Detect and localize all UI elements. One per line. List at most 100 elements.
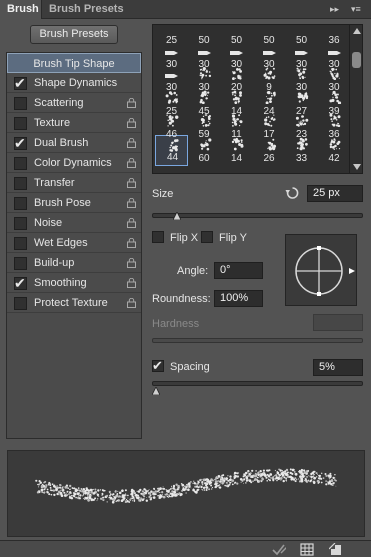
brush-tip-size: 24	[263, 105, 275, 117]
setting-label: Protect Texture	[34, 297, 108, 309]
scroll-down-icon[interactable]	[353, 164, 361, 170]
brush-tip-size: 25	[165, 35, 178, 46]
spacing-checkbox[interactable]: ✔	[152, 358, 164, 373]
checkmark-icon: ✔	[14, 75, 26, 91]
brush-tip-cell[interactable]: 50	[220, 25, 253, 48]
scroll-thumb[interactable]	[352, 52, 361, 68]
brush-tip-size: 14	[230, 152, 243, 164]
brush-tip-size: 30	[165, 82, 178, 93]
brush-tip-size: 11	[231, 129, 242, 140]
brush-tip-cell[interactable]: 50	[188, 25, 221, 48]
setting-build-up[interactable]: Build-up	[7, 253, 141, 273]
brush-tip-grid: 42 33 26 14 60 44 36 23 17 11 59 46 39 27 24 14 45 25 30 30…	[152, 24, 363, 174]
protect-texture-checkbox[interactable]	[14, 297, 27, 310]
lock-icon[interactable]	[127, 177, 136, 188]
setting-label: Build-up	[34, 257, 75, 269]
noise-checkbox[interactable]	[14, 217, 27, 230]
brush-stroke-preview	[7, 450, 365, 537]
brush-tip-size: 36	[328, 129, 340, 140]
setting-smoothing[interactable]: ✔ Smoothing	[7, 273, 141, 293]
brush-pose-checkbox[interactable]	[14, 197, 27, 210]
setting-shape-dynamics[interactable]: ✔ Shape Dynamics	[7, 73, 141, 93]
expand-panel-icon[interactable]: ▸▸	[330, 3, 339, 16]
angle-roundness-widget[interactable]	[285, 234, 357, 306]
color-dynamics-checkbox[interactable]	[14, 157, 27, 170]
spacing-slider-track[interactable]	[152, 381, 363, 386]
texture-checkbox[interactable]	[14, 117, 27, 130]
setting-color-dynamics[interactable]: Color Dynamics	[7, 153, 141, 173]
size-slider-track[interactable]	[152, 213, 363, 218]
lock-icon[interactable]	[127, 97, 136, 108]
setting-brush-pose[interactable]: Brush Pose	[7, 193, 141, 213]
brush-tip-size: 14	[230, 105, 243, 117]
lock-icon[interactable]	[127, 137, 136, 148]
smoothing-checkbox[interactable]: ✔	[14, 275, 27, 291]
brush-presets-button[interactable]: Brush Presets	[30, 25, 118, 44]
shape-dynamics-checkbox[interactable]: ✔	[14, 75, 27, 91]
scroll-up-icon[interactable]	[353, 28, 361, 34]
checkmark-icon: ✔	[14, 135, 26, 151]
brush-tip-cell[interactable]: 36	[318, 24, 351, 48]
angle-compass-icon[interactable]	[286, 235, 358, 307]
hardness-field	[313, 314, 363, 331]
setting-brush-tip-shape[interactable]: Brush Tip Shape	[7, 53, 141, 73]
roundness-label: Roundness:	[152, 293, 211, 305]
panel-menu-icon[interactable]: ▾≡	[351, 3, 361, 16]
brush-tip-size: 20	[230, 82, 243, 93]
setting-scattering[interactable]: Scattering	[7, 93, 141, 113]
toggle-live-tip-icon[interactable]	[272, 543, 286, 556]
brush-tip-size: 25	[165, 105, 178, 117]
size-field[interactable]: 25 px	[307, 185, 363, 202]
brush-tip-size: 45	[198, 105, 210, 117]
roundness-field[interactable]: 100%	[214, 290, 263, 307]
angle-field[interactable]: 0°	[214, 262, 263, 279]
angle-label: Angle:	[177, 265, 209, 277]
dual-brush-checkbox[interactable]: ✔	[14, 135, 27, 151]
lock-icon[interactable]	[127, 117, 136, 128]
build-up-checkbox[interactable]	[14, 257, 27, 270]
brush-tip-thumbnail-icon	[326, 24, 343, 33]
brush-tip-size: 30	[328, 82, 340, 93]
lock-icon[interactable]	[127, 217, 136, 228]
reset-size-icon[interactable]	[285, 186, 300, 200]
setting-wet-edges[interactable]: Wet Edges	[7, 233, 141, 253]
brush-tip-size: 27	[295, 105, 308, 117]
lock-icon[interactable]	[127, 157, 136, 168]
flip-x-label: Flip X	[170, 232, 199, 244]
new-preset-icon[interactable]	[329, 543, 343, 556]
brush-tip-cell[interactable]: 25	[155, 25, 188, 48]
setting-label: Shape Dynamics	[34, 77, 118, 89]
brush-tip-cell[interactable]: 50	[285, 24, 318, 48]
transfer-checkbox[interactable]	[14, 177, 27, 190]
setting-label: Dual Brush	[34, 137, 89, 149]
setting-dual-brush[interactable]: ✔ Dual Brush	[7, 133, 141, 153]
brush-tip-thumbnail-icon	[293, 24, 310, 33]
tab-brush-presets[interactable]: Brush Presets	[42, 0, 131, 19]
lock-icon[interactable]	[127, 297, 136, 308]
setting-label: Brush Tip Shape	[33, 58, 115, 70]
setting-noise[interactable]: Noise	[7, 213, 141, 233]
hardness-slider-track	[152, 338, 363, 343]
spacing-field[interactable]: 5%	[313, 359, 363, 376]
lock-icon[interactable]	[127, 197, 136, 208]
brush-tip-cell[interactable]: 50	[253, 25, 286, 48]
size-slider-handle[interactable]	[173, 212, 182, 220]
brush-tip-size: 50	[230, 35, 243, 46]
brush-grid-scrollbar[interactable]	[349, 25, 362, 173]
flip-y-checkbox[interactable]	[201, 231, 213, 243]
setting-transfer[interactable]: Transfer	[7, 173, 141, 193]
wet-edges-checkbox[interactable]	[14, 237, 27, 250]
scattering-checkbox[interactable]	[14, 97, 27, 110]
setting-texture[interactable]: Texture	[7, 113, 141, 133]
brush-tip-size: 30	[295, 58, 308, 70]
lock-icon[interactable]	[127, 257, 136, 268]
tab-brush[interactable]: Brush	[0, 0, 42, 19]
grid-icon[interactable]	[300, 543, 314, 556]
setting-protect-texture[interactable]: Protect Texture	[7, 293, 141, 313]
lock-icon[interactable]	[127, 277, 136, 288]
lock-icon[interactable]	[127, 237, 136, 248]
hardness-label: Hardness	[152, 318, 200, 330]
flip-x-checkbox[interactable]	[152, 231, 164, 243]
brush-tip-size: 30	[328, 58, 340, 70]
spacing-slider-handle[interactable]	[152, 387, 161, 395]
